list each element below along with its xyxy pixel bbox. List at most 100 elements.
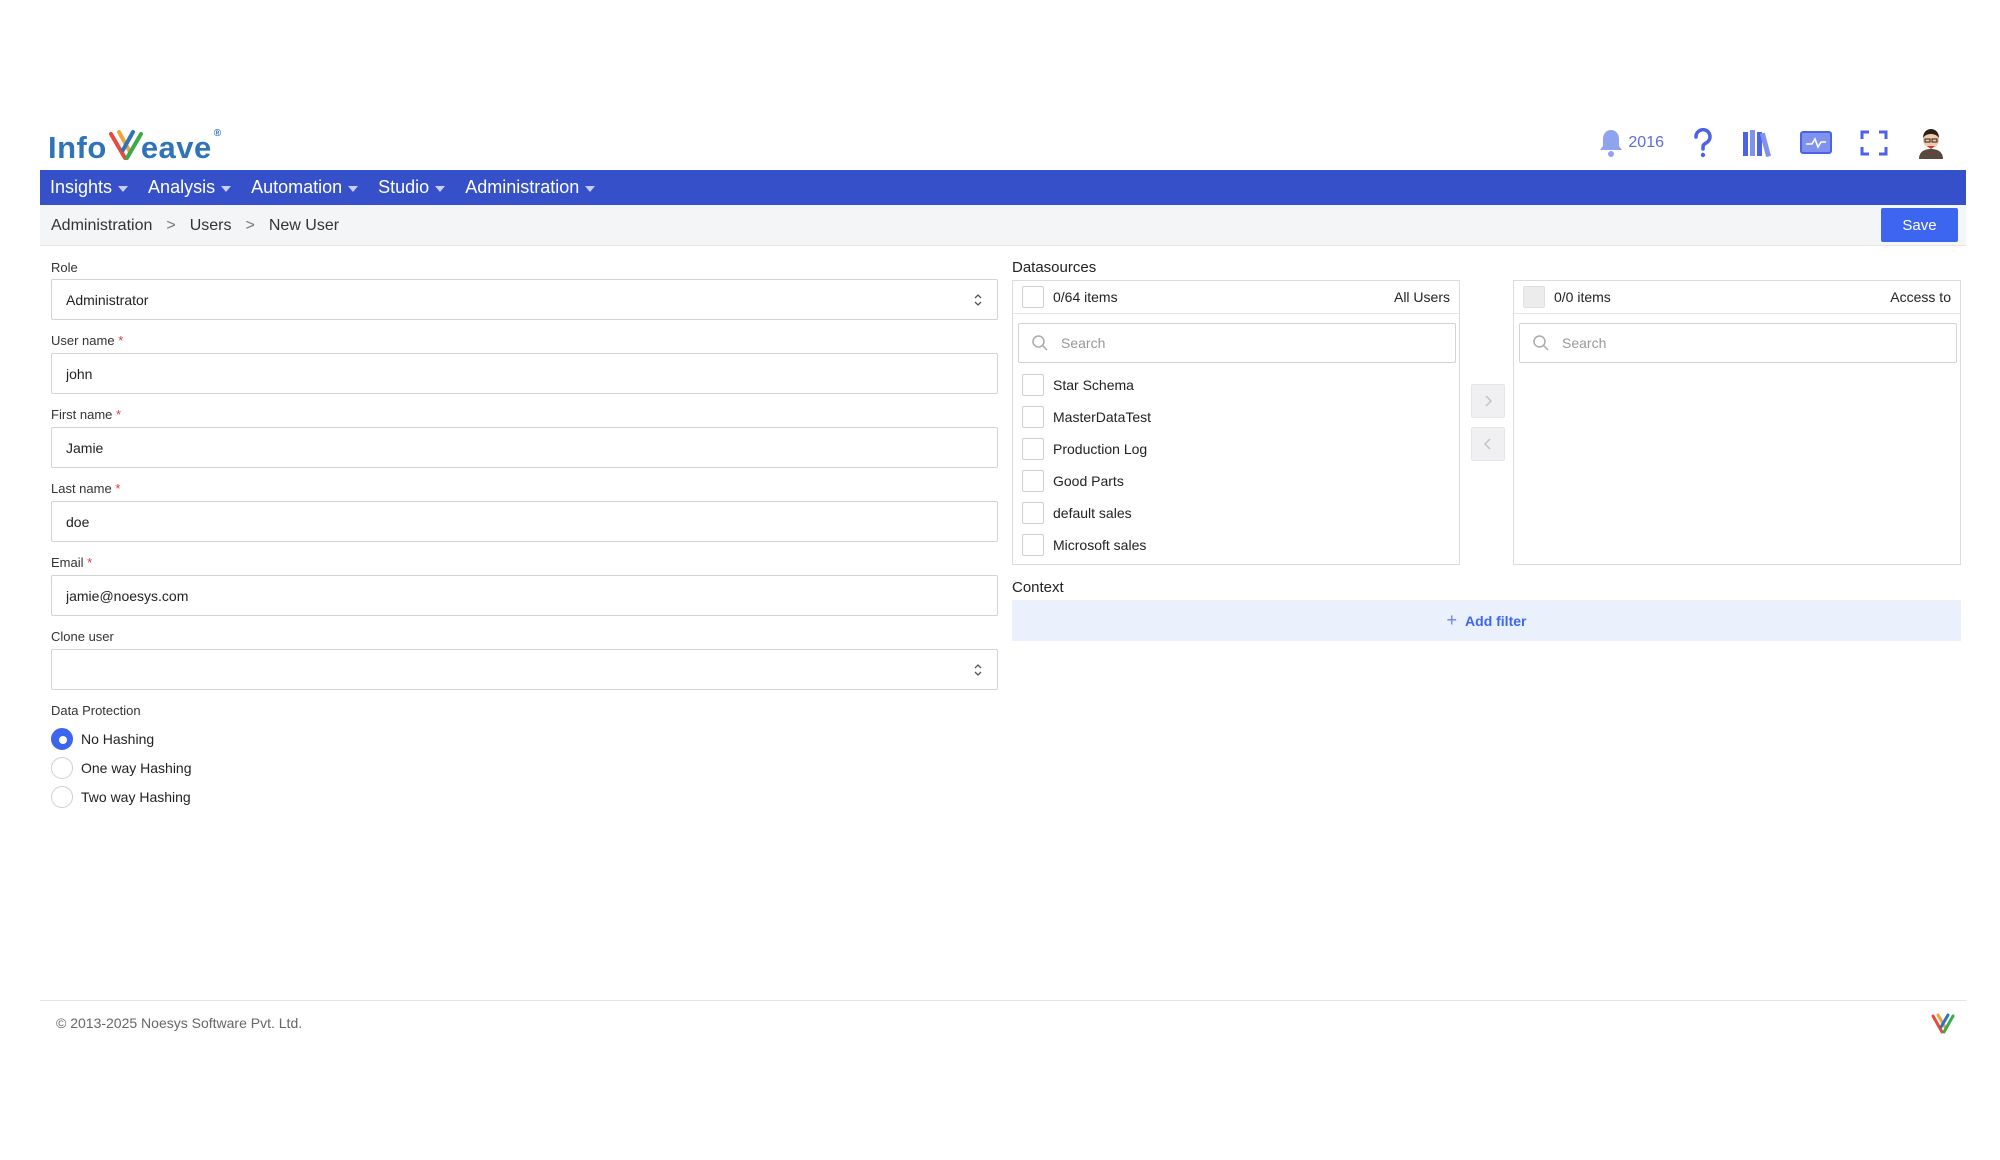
radio-one-way-hashing-label: One way Hashing xyxy=(81,760,192,776)
list-item[interactable]: Star Schema xyxy=(1013,372,1134,398)
item-checkbox[interactable] xyxy=(1022,438,1044,460)
source-count: 0/64 items xyxy=(1053,289,1118,305)
breadcrumb-bar: Administration > Users > New User Save xyxy=(40,205,1966,246)
nav-insights-label: Insights xyxy=(50,177,113,197)
chevron-right-icon: > xyxy=(245,216,255,234)
data-protection-label: Data Protection xyxy=(51,703,141,718)
caret-down-icon xyxy=(585,186,596,192)
list-item[interactable]: Good Parts xyxy=(1013,468,1124,494)
list-item-label: Star Schema xyxy=(1053,377,1134,393)
breadcrumb-new-user: New User xyxy=(268,216,340,234)
user-avatar-button[interactable] xyxy=(1916,122,1946,164)
logo-text-info: Info xyxy=(48,130,107,165)
breadcrumb-users[interactable]: Users xyxy=(190,217,232,235)
fullscreen-button[interactable] xyxy=(1860,122,1888,164)
item-checkbox[interactable] xyxy=(1022,534,1044,556)
add-filter-button[interactable]: + Add filter xyxy=(1012,600,1961,641)
breadcrumb: Administration > Users > New User xyxy=(51,205,339,246)
transfer-source-panel: 0/64 items All Users Search Star Schema … xyxy=(1012,280,1460,565)
role-label: Role xyxy=(51,260,78,275)
radio-no-hashing-label: No Hashing xyxy=(81,731,155,747)
transfer-target-panel: 0/0 items Access to Search xyxy=(1513,280,1961,565)
role-select[interactable]: Administrator xyxy=(51,279,998,320)
lastname-label-text: Last name xyxy=(51,481,112,496)
item-checkbox[interactable] xyxy=(1022,502,1044,524)
updown-icon xyxy=(974,664,982,676)
monitor-icon xyxy=(1800,131,1832,154)
infoveave-logo[interactable]: Info eave ® xyxy=(48,124,222,166)
logo-registered-mark: ® xyxy=(213,128,222,139)
footer-divider xyxy=(40,1000,1966,1001)
nav-automation[interactable]: Automation xyxy=(241,170,368,205)
nav-studio[interactable]: Studio xyxy=(368,170,455,205)
radio-no-hashing[interactable]: No Hashing xyxy=(51,728,154,750)
email-input[interactable] xyxy=(51,575,998,616)
list-item[interactable]: MasterDataTest xyxy=(1013,404,1151,430)
fullscreen-icon xyxy=(1860,130,1888,156)
email-label: Email * xyxy=(51,555,92,570)
nav-analysis-label: Analysis xyxy=(148,177,216,197)
chevron-left-icon xyxy=(1483,438,1491,450)
firstname-label-text: First name xyxy=(51,407,113,422)
radio-button[interactable] xyxy=(51,786,73,808)
search-icon xyxy=(1032,335,1048,351)
target-select-all-checkbox[interactable] xyxy=(1523,286,1545,308)
target-search-placeholder: Search xyxy=(1562,335,1607,351)
breadcrumb-administration[interactable]: Administration xyxy=(51,217,152,235)
chevron-right-icon: > xyxy=(166,216,176,234)
footer-logo-icon xyxy=(1931,1013,1955,1034)
required-mark: * xyxy=(118,333,124,348)
books-icon xyxy=(1743,130,1772,157)
search-icon xyxy=(1533,335,1549,351)
nav-automation-label: Automation xyxy=(251,177,343,197)
library-button[interactable] xyxy=(1742,122,1772,164)
item-checkbox[interactable] xyxy=(1022,406,1044,428)
source-select-all-checkbox[interactable] xyxy=(1022,286,1044,308)
chevron-right-icon xyxy=(1485,395,1493,407)
move-left-button[interactable] xyxy=(1471,427,1505,461)
target-search-input[interactable]: Search xyxy=(1519,323,1957,363)
updown-icon xyxy=(974,294,982,306)
role-select-value: Administrator xyxy=(66,291,149,308)
list-item[interactable]: default sales xyxy=(1013,500,1132,526)
monitor-button[interactable] xyxy=(1800,122,1832,164)
list-item[interactable]: Microsoft sales xyxy=(1013,532,1146,558)
source-search-input[interactable]: Search xyxy=(1018,323,1456,363)
help-button[interactable] xyxy=(1692,122,1714,164)
save-button[interactable]: Save xyxy=(1881,208,1958,242)
username-input[interactable] xyxy=(51,353,998,394)
logo-text-eave: eave xyxy=(140,130,212,165)
radio-one-way-hashing[interactable]: One way Hashing xyxy=(51,757,192,779)
move-right-button[interactable] xyxy=(1471,384,1505,418)
main-nav: Insights Analysis Automation Studio Admi… xyxy=(40,170,1966,205)
required-mark: * xyxy=(87,555,93,570)
clone-user-select[interactable] xyxy=(51,649,998,690)
header-icons: 2016 xyxy=(1570,122,1946,164)
item-checkbox[interactable] xyxy=(1022,374,1044,396)
required-mark: * xyxy=(115,481,121,496)
lastname-input[interactable] xyxy=(51,501,998,542)
copyright-text: © 2013-2025 Noesys Software Pvt. Ltd. xyxy=(56,1015,303,1031)
source-panel-title: All Users xyxy=(1393,289,1450,305)
firstname-input[interactable] xyxy=(51,427,998,468)
radio-button[interactable] xyxy=(51,757,73,779)
list-item-label: Good Parts xyxy=(1053,473,1124,489)
radio-button[interactable] xyxy=(51,728,73,750)
nav-analysis[interactable]: Analysis xyxy=(138,170,241,205)
item-checkbox[interactable] xyxy=(1022,470,1044,492)
clone-user-label: Clone user xyxy=(51,629,114,644)
list-item[interactable]: Production Log xyxy=(1013,436,1147,462)
nav-studio-label: Studio xyxy=(378,177,430,197)
username-label-text: User name xyxy=(51,333,115,348)
nav-administration[interactable]: Administration xyxy=(455,170,605,205)
datasources-title: Datasources xyxy=(1012,259,1097,276)
target-panel-header: 0/0 items Access to xyxy=(1514,281,1960,314)
notification-count: 2016 xyxy=(1628,134,1664,151)
nav-insights[interactable]: Insights xyxy=(40,170,138,205)
add-filter-label: Add filter xyxy=(1465,612,1527,629)
list-item-label: MasterDataTest xyxy=(1053,409,1152,425)
lastname-label: Last name * xyxy=(51,481,120,496)
notifications-button[interactable]: 2016 xyxy=(1598,122,1664,164)
plus-icon: + xyxy=(1446,610,1458,630)
radio-two-way-hashing[interactable]: Two way Hashing xyxy=(51,786,191,808)
